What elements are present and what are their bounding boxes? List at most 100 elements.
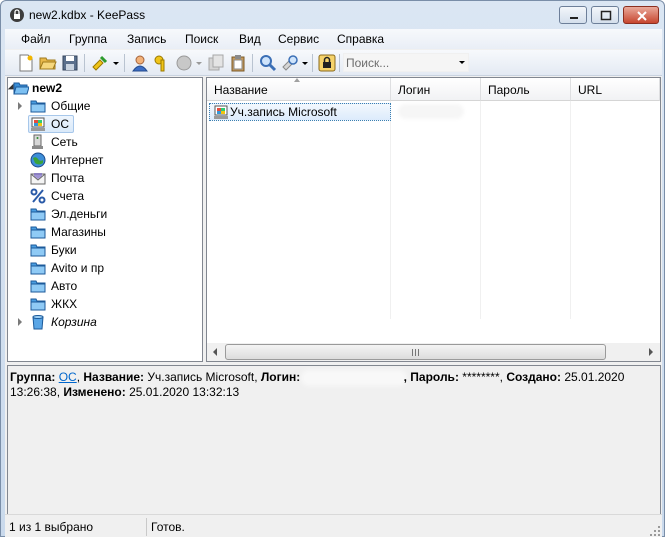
entry-title: Уч.запись Microsoft [230, 105, 337, 119]
details-group-link[interactable]: ОС [59, 370, 77, 384]
status-selection-count: 1 из 1 выбрано [9, 520, 94, 534]
scroll-left-icon[interactable] [207, 343, 224, 361]
quick-search-box[interactable] [343, 53, 469, 72]
computer-icon [31, 117, 45, 131]
tree-item-os[interactable]: ОС [8, 115, 202, 133]
copy-username-icon[interactable] [131, 54, 149, 72]
show-entries-icon[interactable] [281, 54, 299, 72]
group-tree[interactable]: new2 Общие ОС Сеть Интернет Почта Счета … [7, 77, 203, 362]
maximize-icon [600, 10, 612, 21]
toolbar-separator [124, 54, 125, 72]
tree-item-avito[interactable]: Avito и пр [8, 259, 202, 277]
tree-item-label: ЖКХ [51, 297, 78, 311]
folder-open-icon [13, 82, 29, 95]
tree-item-obshchie[interactable]: Общие [8, 97, 202, 115]
window-title: new2.kdbx - KeePass [29, 8, 146, 22]
save-icon[interactable] [61, 54, 79, 72]
scroll-right-icon[interactable] [642, 343, 659, 361]
menu-view[interactable]: Вид [239, 32, 261, 46]
add-entry-dropdown-arrow[interactable] [113, 62, 119, 65]
menu-help[interactable]: Справка [337, 32, 384, 46]
keepass-lock-icon [10, 8, 24, 22]
details-password-value: ********, [462, 370, 503, 384]
column-header-label: Пароль [488, 83, 530, 97]
status-bar: 1 из 1 выбрано Готов. [5, 514, 662, 537]
mail-icon [30, 173, 46, 185]
computer-icon [214, 105, 228, 119]
tree-item-scheta[interactable]: Счета [8, 187, 202, 205]
tree-item-pochta[interactable]: Почта [8, 169, 202, 187]
tree-item-label: Эл.деньги [51, 207, 108, 221]
add-entry-icon[interactable] [91, 54, 109, 72]
column-divider [390, 101, 391, 319]
menu-find[interactable]: Поиск [185, 32, 218, 46]
tree-item-zhkh[interactable]: ЖКХ [8, 295, 202, 313]
open-url-icon [176, 55, 192, 71]
toolbar-separator [339, 54, 340, 72]
close-button[interactable] [623, 6, 659, 24]
column-header-url[interactable]: URL [571, 78, 660, 101]
paste-entry-icon[interactable] [229, 54, 247, 72]
find-icon[interactable] [259, 54, 277, 72]
globe-icon [30, 152, 46, 168]
menu-bar: Файл Группа Запись Поиск Вид Сервис Спра… [5, 29, 662, 49]
menu-tools[interactable]: Сервис [278, 32, 319, 46]
details-login-label: Логин: [260, 370, 301, 384]
folder-icon [30, 280, 46, 293]
details-password-label: , Пароль: [403, 370, 459, 384]
column-header-username[interactable]: Логин [391, 78, 481, 101]
tree-item-label: Корзина [51, 315, 97, 329]
column-header-password[interactable]: Пароль [481, 78, 571, 101]
details-title-value: Уч.запись Microsoft, [147, 370, 258, 384]
expand-icon[interactable] [18, 102, 22, 110]
horizontal-scrollbar[interactable] [207, 343, 660, 361]
scrollbar-thumb[interactable] [225, 344, 606, 360]
tree-item-magaziny[interactable]: Магазины [8, 223, 202, 241]
show-entries-dropdown-arrow[interactable] [302, 62, 308, 65]
tree-item-el-dengi[interactable]: Эл.деньги [8, 205, 202, 223]
tree-item-root[interactable]: new2 [7, 79, 202, 97]
folder-icon [30, 100, 46, 113]
new-database-icon[interactable] [17, 54, 35, 72]
close-icon [637, 11, 647, 21]
tree-item-avto[interactable]: Авто [8, 277, 202, 295]
column-header-label: Логин [398, 83, 431, 97]
column-header-label: URL [578, 83, 603, 97]
tree-item-set[interactable]: Сеть [8, 133, 202, 151]
menu-group[interactable]: Группа [69, 32, 107, 46]
maximize-button[interactable] [591, 6, 619, 24]
expand-icon[interactable] [18, 318, 22, 326]
menu-file[interactable]: Файл [21, 32, 51, 46]
redacted-username [401, 107, 461, 116]
title-bar[interactable]: new2.kdbx - KeePass [1, 1, 664, 29]
copy-password-icon[interactable] [153, 54, 171, 72]
open-url-dropdown-arrow [196, 62, 202, 65]
copy-entry-icon [208, 54, 224, 71]
entry-row[interactable]: Уч.запись Microsoft [209, 103, 659, 121]
quick-search-input[interactable] [346, 55, 450, 70]
details-modified-label: Изменено: [63, 385, 126, 399]
entry-details-text: Группа: ОС, Название: Уч.запись Microsof… [10, 370, 625, 399]
tree-item-label: Почта [51, 171, 85, 185]
open-database-icon[interactable] [39, 54, 57, 72]
network-icon [32, 134, 43, 149]
minimize-button[interactable] [559, 6, 587, 24]
tree-root-label: new2 [32, 81, 63, 95]
redacted-login-value [303, 372, 404, 383]
tree-item-korzina[interactable]: Корзина [8, 313, 202, 331]
scrollbar-grip-icon [412, 349, 419, 356]
lock-workspace-icon[interactable] [318, 54, 336, 72]
column-header-title[interactable]: Название [207, 78, 391, 101]
menu-entry[interactable]: Запись [127, 32, 166, 46]
entry-list[interactable]: Название Логин Пароль URL Уч.запись Micr… [206, 77, 661, 362]
tree-item-label: Avito и пр [51, 261, 105, 275]
tree-item-internet[interactable]: Интернет [8, 151, 202, 169]
search-dropdown-arrow[interactable] [459, 61, 465, 64]
keepass-window: new2.kdbx - KeePass Файл Группа Запись П… [0, 0, 665, 537]
toolbar-separator [312, 54, 313, 72]
tree-item-buki[interactable]: Буки [8, 241, 202, 259]
resize-grip-icon[interactable] [649, 525, 661, 537]
details-title-label: Название: [83, 370, 145, 384]
column-header-label: Название [214, 83, 268, 97]
folder-icon [30, 262, 46, 275]
